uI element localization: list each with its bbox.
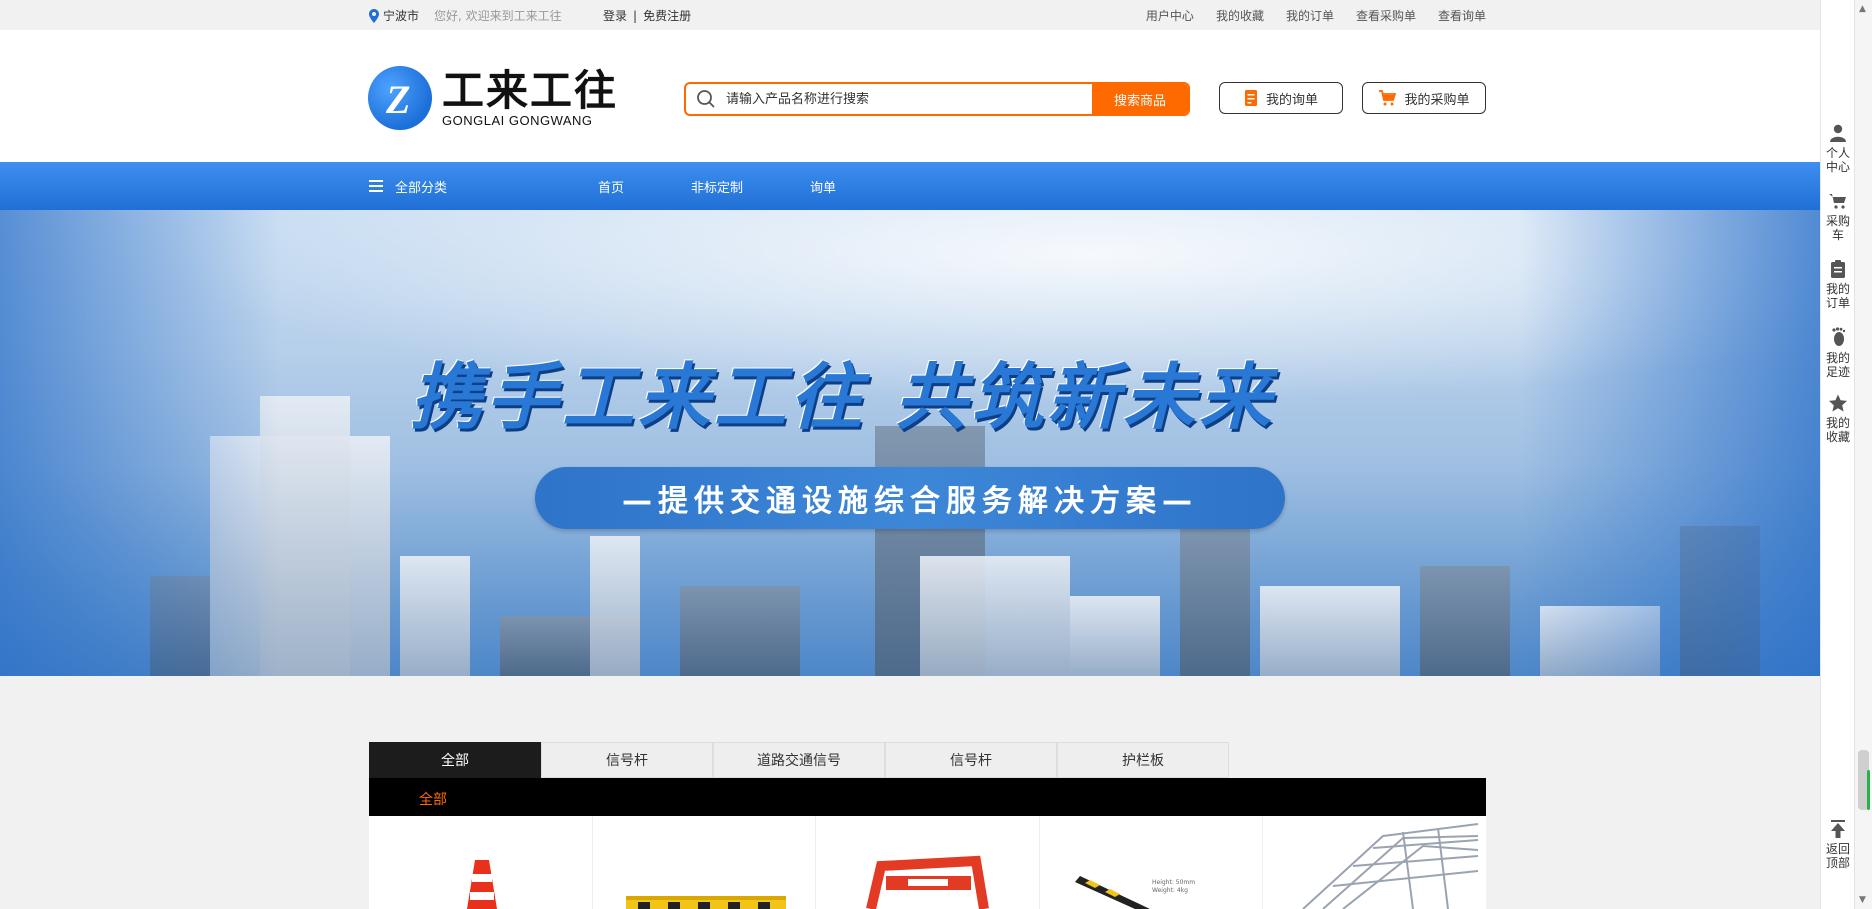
nav-home[interactable]: 首页 [598, 177, 624, 196]
tab-guardrail-board[interactable]: 护栏板 [1057, 742, 1229, 778]
auth-links: 登录 | 免费注册 [603, 7, 691, 24]
plastic-barricade-image [866, 855, 990, 909]
my-purchase-list-button[interactable]: 我的采购单 [1362, 82, 1486, 114]
logo[interactable]: Z 工来工往 GONGLAI GONGWANG [368, 66, 618, 130]
cart-icon [1379, 90, 1397, 106]
menu-icon [369, 177, 383, 195]
tab-all[interactable]: 全部 [369, 742, 541, 778]
sidebar-item-label: 我的订单 [1825, 282, 1850, 310]
banner-title: 携手工来工往 共筑新未来 [410, 355, 1276, 439]
tab-signal-pole-2[interactable]: 信号杆 [885, 742, 1057, 778]
sidebar-item-cart[interactable]: 采购车 [1821, 192, 1855, 242]
welcome-text: 您好, 欢迎来到工来工往 [434, 9, 562, 23]
sidebar-item-my-orders[interactable]: 我的订单 [1821, 260, 1855, 310]
clipboard-icon [1831, 260, 1845, 278]
barrier-image [625, 896, 786, 909]
nav-inquiry[interactable]: 询单 [810, 177, 836, 196]
logo-text-en: GONGLAI GONGWANG [442, 112, 593, 128]
back-to-top-button[interactable]: 返回顶部 [1821, 820, 1855, 870]
vertical-scrollbar[interactable]: ▲ ▼ [1854, 0, 1872, 909]
back-to-top-label: 返回顶部 [1825, 842, 1850, 870]
sidebar-item-favorites[interactable]: 我的收藏 [1821, 394, 1855, 444]
svg-text:Weight: 4kg: Weight: 4kg [1152, 887, 1188, 894]
inquiry-icon [1244, 90, 1257, 106]
my-orders-link[interactable]: 我的订单 [1286, 7, 1334, 24]
tab-signal-pole[interactable]: 信号杆 [541, 742, 713, 778]
all-categories-label: 全部分类 [395, 180, 448, 196]
scroll-progress-indicator [1867, 770, 1870, 810]
hero-banner[interactable]: 携手工来工往 共筑新未来 —提供交通设施综合服务解决方案— [0, 210, 1820, 676]
scroll-up-icon[interactable]: ▲ [1859, 4, 1866, 14]
search-input[interactable] [726, 91, 1092, 107]
view-purchase-list-link[interactable]: 查看采购单 [1356, 7, 1416, 24]
sub-category-all[interactable]: 全部 [419, 789, 447, 809]
svg-text:Height: 50mm: Height: 50mm [1152, 879, 1195, 886]
my-inquiry-button[interactable]: 我的询单 [1219, 82, 1343, 114]
my-inquiry-label: 我的询单 [1265, 92, 1318, 108]
cart-icon [1829, 194, 1846, 209]
sidebar-item-footprint[interactable]: 我的足迹 [1821, 327, 1855, 379]
search-box: 搜索商品 [684, 82, 1190, 116]
my-purchase-list-label: 我的采购单 [1404, 92, 1470, 108]
search-button[interactable]: 搜索商品 [1092, 84, 1188, 114]
tab-road-traffic-signal[interactable]: 道路交通信号 [713, 742, 885, 778]
category-sub-bar: 全部 [369, 778, 1486, 816]
my-favorites-link[interactable]: 我的收藏 [1216, 7, 1264, 24]
speed-bump-image: Height: 50mm Weight: 4kg [1074, 876, 1195, 909]
product-grid: Height: 50mm Weight: 4kg [369, 816, 1486, 909]
scroll-down-icon[interactable]: ▼ [1859, 895, 1866, 905]
product-card[interactable]: Height: 50mm Weight: 4kg [1040, 816, 1264, 909]
sidebar-item-label: 我的足迹 [1825, 351, 1850, 379]
header: Z 工来工往 GONGLAI GONGWANG 搜索商品 我的询单 我的采购单 [0, 30, 1820, 162]
city-name[interactable]: 宁波市 [383, 7, 419, 24]
auth-separator: | [633, 9, 638, 23]
all-categories-menu[interactable]: 全部分类 [369, 162, 447, 210]
category-tabs: 全部 信号杆 道路交通信号 信号杆 护栏板 [369, 742, 1229, 778]
search-icon [686, 89, 726, 109]
logo-mark: Z [368, 66, 432, 130]
banner-subtitle: —提供交通设施综合服务解决方案— [535, 467, 1285, 529]
view-inquiry-link[interactable]: 查看询单 [1438, 7, 1486, 24]
main-nav: 全部分类 首页 非标定制 询单 [0, 162, 1820, 210]
cable-tray-image [1302, 823, 1479, 909]
product-card[interactable] [369, 816, 593, 909]
login-link[interactable]: 登录 [603, 9, 627, 23]
sidebar-item-label: 我的收藏 [1825, 416, 1850, 444]
footprint-icon [1832, 327, 1846, 346]
page: 宁波市 您好, 欢迎来到工来工往 登录 | 免费注册 用户中心 我的收藏 我的订单 … [0, 0, 1872, 909]
user-center-link[interactable]: 用户中心 [1146, 7, 1194, 24]
product-card[interactable] [1263, 816, 1486, 909]
location-pin-icon [369, 8, 379, 23]
traffic-cone-image [467, 860, 497, 909]
nav-custom[interactable]: 非标定制 [691, 177, 743, 196]
top-links: 用户中心 我的收藏 我的订单 查看采购单 查看询单 [1146, 7, 1486, 24]
logo-text-cn: 工来工往 [442, 65, 619, 115]
user-icon [1830, 124, 1846, 142]
arrow-up-icon [1831, 820, 1845, 838]
sidebar-item-label: 采购车 [1825, 214, 1850, 242]
register-link[interactable]: 免费注册 [643, 9, 691, 23]
sidebar-item-label: 个人中心 [1825, 146, 1850, 174]
product-card[interactable] [593, 816, 817, 909]
sidebar-item-personal-center[interactable]: 个人中心 [1821, 124, 1855, 174]
star-icon [1829, 394, 1847, 412]
product-card[interactable] [816, 816, 1040, 909]
top-bar: 宁波市 您好, 欢迎来到工来工往 登录 | 免费注册 用户中心 我的收藏 我的订单 … [0, 0, 1820, 30]
city-selector[interactable]: 宁波市 [369, 7, 419, 24]
